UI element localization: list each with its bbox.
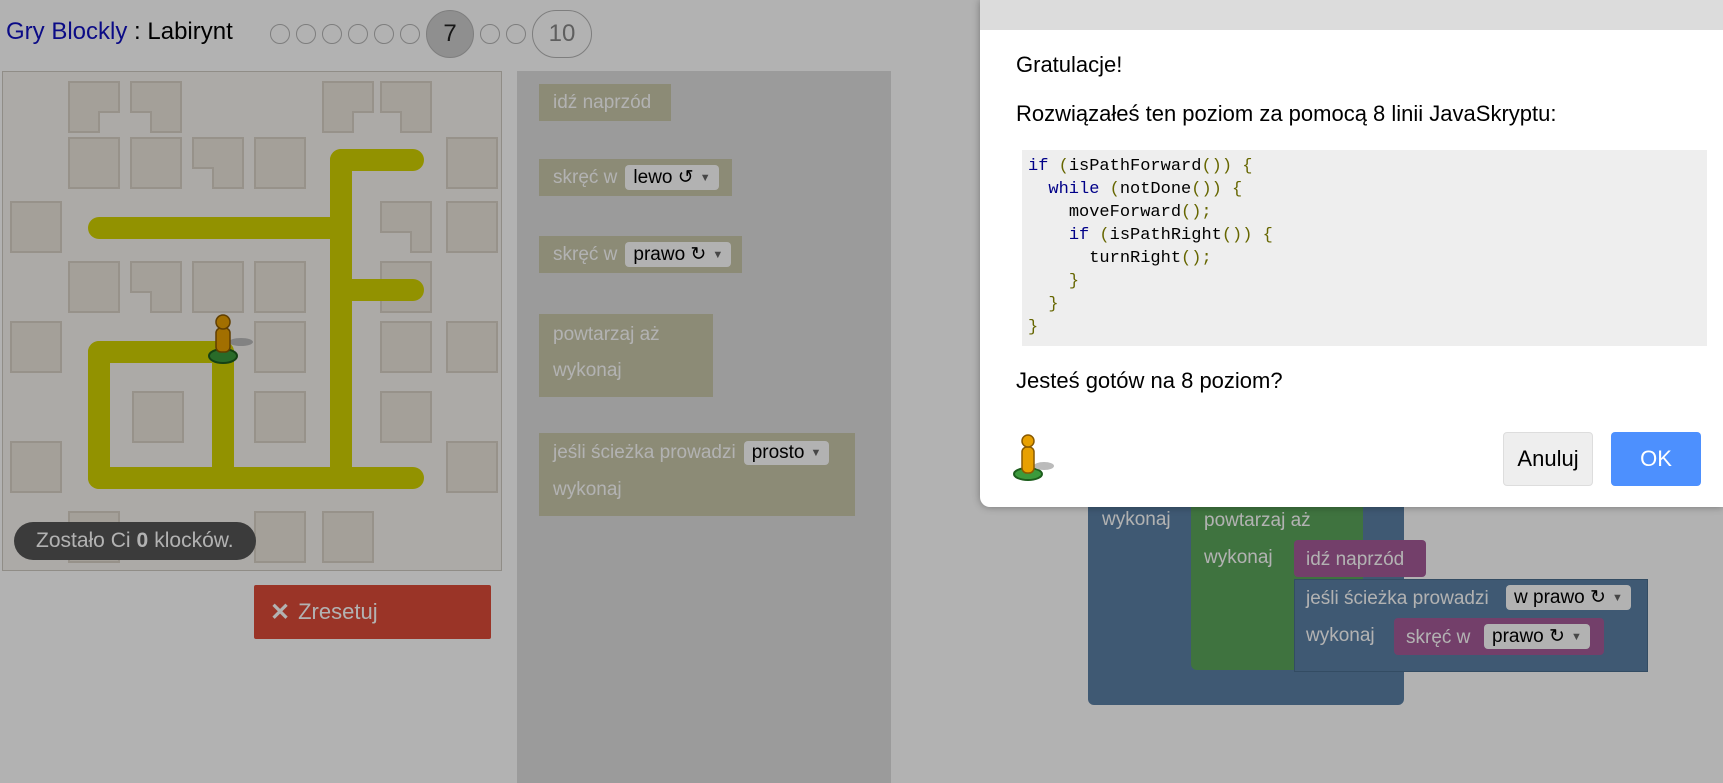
cancel-button[interactable]: Anuluj xyxy=(1503,432,1593,486)
ok-button[interactable]: OK xyxy=(1611,432,1701,486)
code-line: } xyxy=(1028,318,1039,337)
code-line: if (isPathRight()) { xyxy=(1068,226,1273,245)
dialog-message: Rozwiązałeś ten poziom za pomocą 8 linii… xyxy=(1016,101,1557,126)
pegman-icon xyxy=(1013,434,1054,481)
dialog-title: Gratulacje! xyxy=(1016,52,1123,77)
code-line: } xyxy=(1048,295,1059,314)
code-line: while (notDone()) { xyxy=(1048,180,1243,199)
javascript-code: if (isPathForward()) { while (notDone())… xyxy=(1022,150,1707,346)
dialog-question: Jesteś gotów na 8 poziom? xyxy=(1016,368,1283,393)
maze-game-app: Gry Blockly : Labirynt 7 10 Zostało Ci 0… xyxy=(0,0,1723,783)
dialog-title-bar[interactable] xyxy=(980,0,1723,30)
code-line: if (isPathForward()) { xyxy=(1028,157,1253,176)
code-line: } xyxy=(1068,272,1080,291)
congratulations-dialog: Gratulacje! Rozwiązałeś ten poziom za po… xyxy=(980,0,1723,507)
code-line: moveForward(); xyxy=(1068,203,1212,222)
code-line: turnRight(); xyxy=(1089,249,1212,268)
